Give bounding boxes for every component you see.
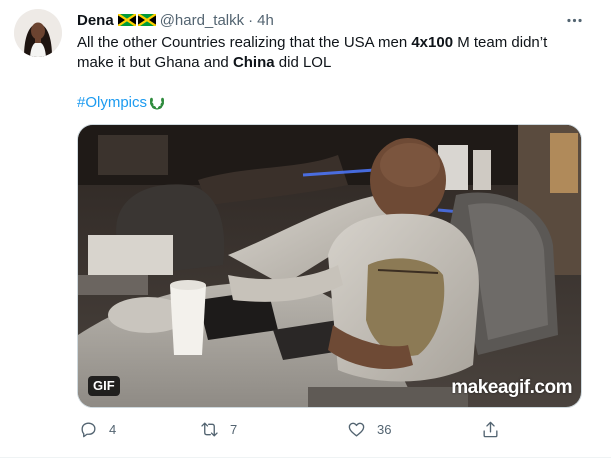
watermark-text: makeagif.com — [451, 377, 572, 398]
bottom-divider — [0, 457, 611, 458]
gif-media[interactable]: GIF makeagif.com — [77, 124, 582, 408]
display-name[interactable]: Dena — [77, 12, 114, 29]
jamaica-flag-icon — [137, 14, 156, 26]
tweet-header: Dena @hard_talkk · 4h — [77, 10, 274, 30]
timestamp[interactable]: 4h — [257, 12, 274, 29]
text-bold-segment: China — [232, 54, 275, 71]
heart-icon — [348, 422, 365, 437]
jamaica-flag-icon — [117, 14, 136, 26]
text-segment: M team didn’t — [453, 34, 548, 51]
gif-frame-image — [78, 125, 581, 407]
hashtag-link[interactable]: #Olympics — [77, 93, 166, 113]
reply-count: 4 — [109, 422, 117, 437]
user-handle[interactable]: @hard_talkk — [160, 12, 244, 29]
text-segment: All the other Countries realizing that t… — [77, 34, 412, 51]
reply-icon — [81, 422, 96, 438]
tweet-text: All the other Countries realizing that t… — [77, 33, 577, 73]
text-bold-segment: 4x100 — [411, 34, 454, 51]
retweet-count: 7 — [230, 422, 238, 437]
olympics-laurel-icon — [150, 97, 164, 110]
avatar-image — [14, 9, 62, 57]
tweet-text-line-2: make it but Ghana and China did LOL — [77, 53, 577, 73]
separator: · — [248, 11, 254, 29]
gif-badge: GIF — [88, 376, 120, 396]
reply-button[interactable]: 4 — [79, 420, 116, 439]
tweet-actions: 4 7 36 — [77, 420, 507, 444]
like-count: 36 — [377, 422, 392, 437]
like-button[interactable]: 36 — [347, 420, 391, 439]
retweet-button[interactable]: 7 — [200, 420, 237, 439]
retweet-icon — [201, 422, 218, 437]
share-button[interactable] — [481, 420, 500, 439]
avatar[interactable] — [14, 9, 62, 57]
more-icon — [566, 18, 582, 22]
tweet-text-line-1: All the other Countries realizing that t… — [77, 33, 577, 53]
more-options-button[interactable] — [562, 8, 586, 32]
hashtag-label: #Olympics — [77, 94, 148, 111]
text-segment: did LOL — [274, 54, 332, 71]
text-segment: make it but Ghana and — [77, 54, 233, 71]
share-icon — [483, 421, 498, 438]
tweet: Dena @hard_talkk · 4h All the other Coun… — [0, 0, 611, 459]
